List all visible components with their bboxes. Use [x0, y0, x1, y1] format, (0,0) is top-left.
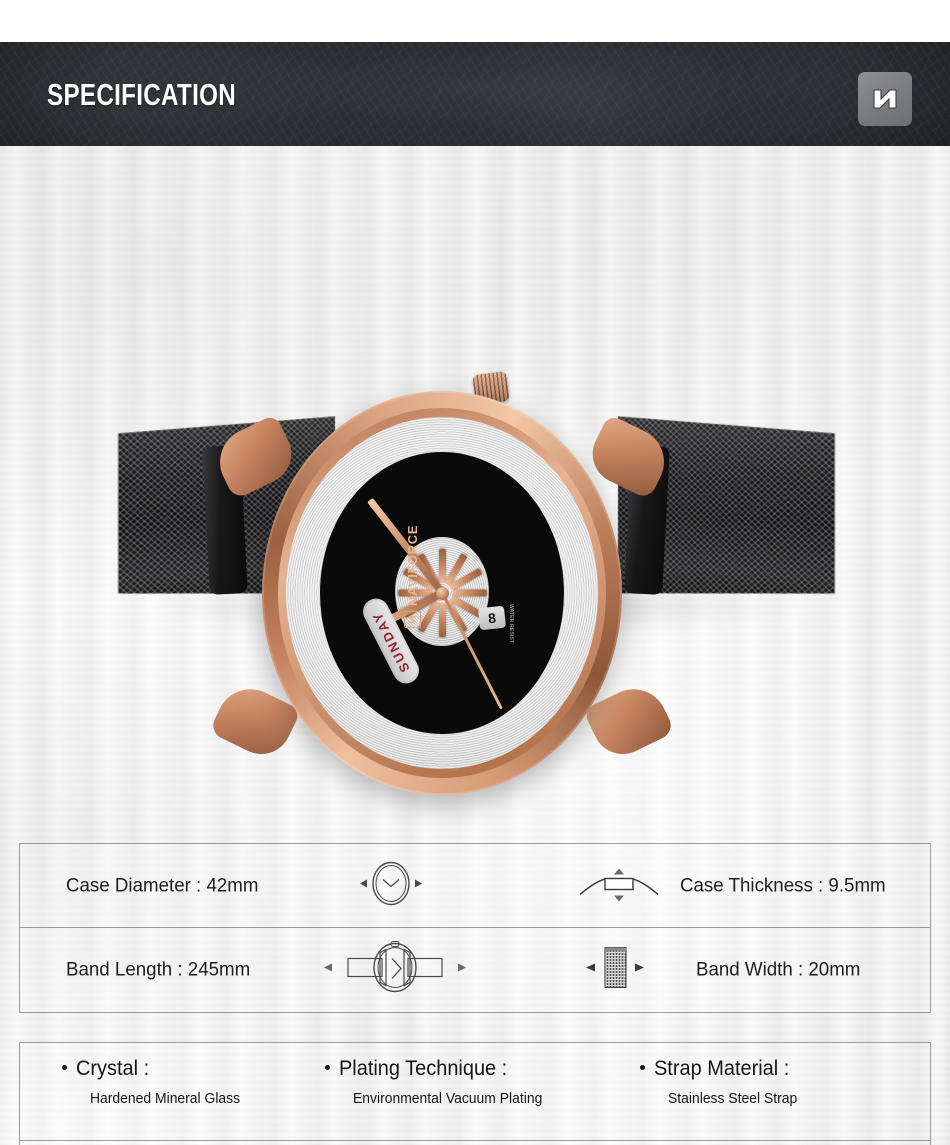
band-width-icon: [576, 938, 654, 1003]
dial-brand-text: NAVIFORCE: [404, 525, 420, 607]
case-diameter-label: Case Diameter : 42mm: [66, 874, 259, 896]
detail-strap-material: Strap Material : Stainless Steel Strap: [640, 1057, 803, 1107]
top-white-margin: [0, 0, 950, 42]
detail-value: Hardened Mineral Glass: [90, 1091, 241, 1107]
naviforce-n-mark-icon: [403, 611, 421, 629]
measurement-row-band: Band Length : 245mm Band Width: 20mm: [20, 928, 930, 1012]
band-length-label: Band Length : 245mm: [66, 958, 251, 981]
page-title: SPECIFICATION: [47, 77, 237, 112]
specification-header: SPECIFICATION: [0, 42, 950, 146]
product-photo-area: NAVIFORCE SUNDAY 8 WATER RESIST Case Dia…: [0, 146, 950, 1145]
detail-crystal: Crystal : Hardened Mineral Glass: [62, 1057, 246, 1107]
hour-marker: [438, 549, 446, 583]
date-indicator-text: 8: [487, 609, 498, 627]
bullet-icon: [325, 1065, 330, 1070]
watch-dial: NAVIFORCE SUNDAY 8 WATER RESIST: [286, 417, 598, 769]
case-thickness-icon: [576, 858, 662, 913]
detail-plating-technique: Plating Technique : Environmental Vacuum…: [325, 1057, 550, 1107]
band-length-icon: [320, 937, 470, 1004]
case-thickness-label: Case Thickness : 9.5mm: [680, 874, 886, 896]
detail-label: Plating Technique :: [339, 1057, 508, 1080]
detail-label: Strap Material :: [654, 1057, 790, 1080]
details-row-1: Crystal : Hardened Mineral Glass Plating…: [20, 1043, 930, 1141]
detail-label: Crystal :: [76, 1057, 150, 1080]
water-resist-print: WATER RESIST: [507, 603, 514, 643]
measurement-row-diameter: Case Diameter : 42mm Case Thickness: 9.…: [20, 844, 930, 928]
case-diameter-icon: [356, 858, 426, 913]
measurements-panel: Case Diameter : 42mm Case Thickness: 9.…: [19, 843, 931, 1013]
naviforce-n-logo-icon: [858, 72, 912, 126]
detail-value: Environmental Vacuum Plating: [353, 1091, 543, 1107]
details-panel: Crystal : Hardened Mineral Glass Plating…: [19, 1042, 931, 1145]
hands-center-pin: [435, 586, 449, 600]
watch-case: NAVIFORCE SUNDAY 8 WATER RESIST: [208, 371, 676, 795]
bullet-icon: [640, 1065, 645, 1070]
dial-brand-logo: NAVIFORCE: [403, 525, 421, 629]
watch-product-image: NAVIFORCE SUNDAY 8 WATER RESIST: [0, 146, 950, 795]
hour-marker: [438, 603, 446, 637]
details-row-2: Movement Type : Quartz Calenda Case Mate…: [20, 1141, 930, 1145]
detail-value: Stainless Steel Strap: [668, 1091, 798, 1107]
date-indicator-window: 8: [478, 605, 507, 631]
specification-page: SPECIFICATION NAVIFORCE SUNDAY 8 WATER R…: [0, 0, 950, 1145]
bullet-icon: [62, 1065, 67, 1070]
hour-marker: [452, 589, 486, 597]
band-width-label: Band Width : 20mm: [696, 958, 861, 981]
